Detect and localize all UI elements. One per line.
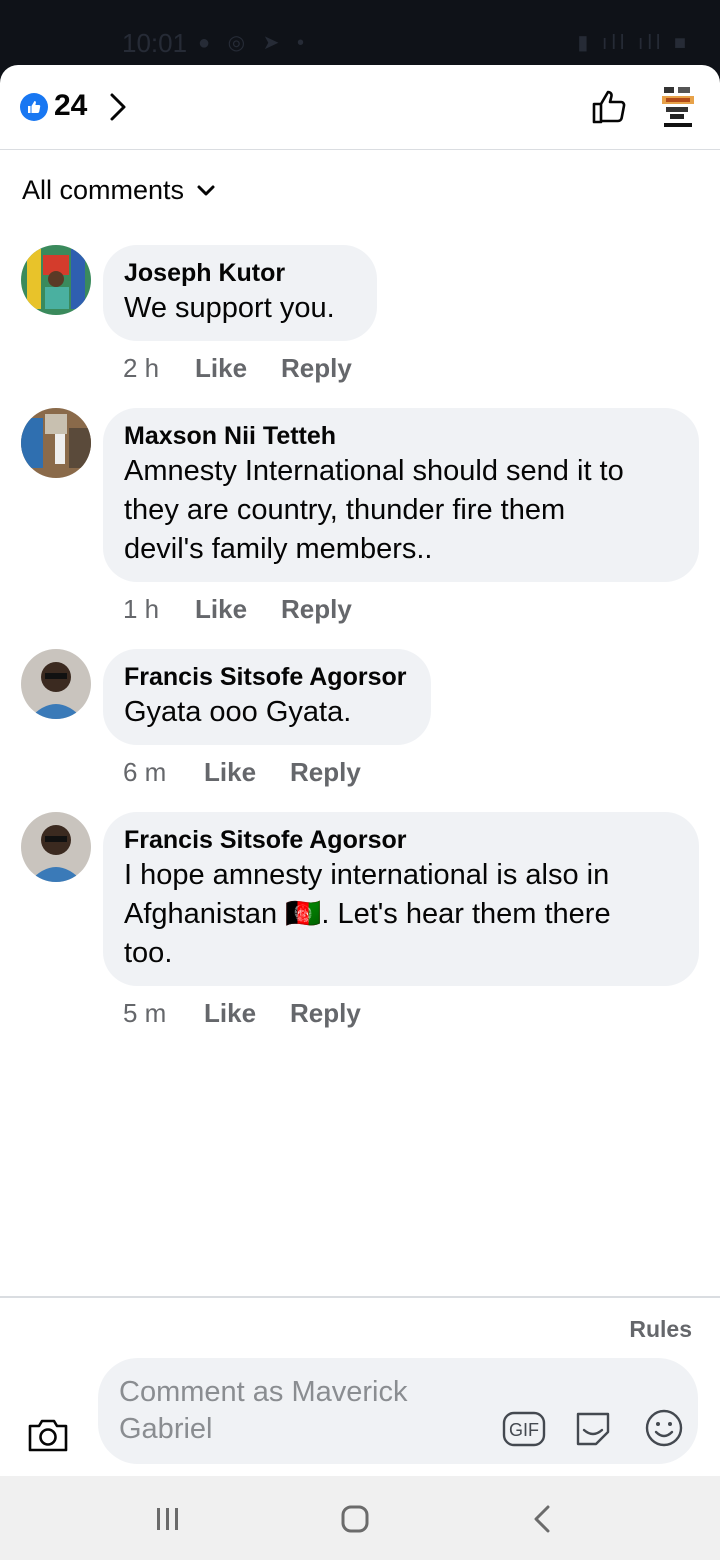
notification-icons: ● ◎ ➤ • <box>198 32 310 54</box>
comment-time[interactable]: 1 h <box>123 594 195 625</box>
svg-text:GIF: GIF <box>509 1420 539 1440</box>
sticker-icon[interactable] <box>572 1408 614 1450</box>
comment-text-line: Afghanistan 🇦🇫. Let's hear them there <box>124 898 611 930</box>
comment-text: We support you. <box>124 292 335 324</box>
avatar[interactable] <box>21 649 91 719</box>
home-icon[interactable] <box>340 1504 370 1534</box>
recent-apps-icon[interactable] <box>153 1504 183 1534</box>
signal-battery-icons: ▮ ıll ıll ■ <box>577 32 690 54</box>
page-avatar[interactable] <box>660 85 696 131</box>
reply-button[interactable]: Reply <box>281 594 352 625</box>
like-reaction-icon[interactable] <box>20 93 48 121</box>
comment-text-line: I hope amnesty international is also in <box>124 859 610 891</box>
reply-button[interactable]: Reply <box>290 998 361 1029</box>
comment-text-line: Amnesty International should send it to <box>124 455 624 487</box>
like-button[interactable]: Like <box>204 998 290 1029</box>
gif-icon[interactable]: GIF <box>502 1410 546 1448</box>
comment-actions: 1 h Like Reply <box>123 594 352 625</box>
reply-button[interactable]: Reply <box>290 757 361 788</box>
avatar[interactable] <box>21 408 91 478</box>
comment-input[interactable]: Comment as Maverick Gabriel GIF <box>98 1358 698 1464</box>
rules-link[interactable]: Rules <box>629 1316 692 1343</box>
reply-button[interactable]: Reply <box>281 353 352 384</box>
comment-bubble[interactable]: Francis Sitsofe Agorsor Gyata ooo Gyata. <box>103 649 431 745</box>
avatar[interactable] <box>21 245 91 315</box>
like-button[interactable]: Like <box>195 594 281 625</box>
emoji-icon[interactable] <box>644 1408 684 1448</box>
comment-filter-dropdown[interactable]: All comments <box>22 175 216 206</box>
comment-author[interactable]: Joseph Kutor <box>124 257 356 289</box>
comment-time[interactable]: 6 m <box>123 757 204 788</box>
comment-actions: 5 m Like Reply <box>123 998 361 1029</box>
comment-actions: 6 m Like Reply <box>123 757 361 788</box>
chevron-down-icon <box>197 185 215 195</box>
comment-time[interactable]: 5 m <box>123 998 204 1029</box>
avatar[interactable] <box>21 812 91 882</box>
comment-author[interactable]: Maxson Nii Tetteh <box>124 420 678 452</box>
comment-text-line: too. <box>124 937 173 969</box>
like-button[interactable]: Like <box>204 757 290 788</box>
reaction-count[interactable]: 24 <box>54 89 87 123</box>
comment-text-line: devil's family members.. <box>124 533 433 565</box>
comment-actions: 2 h Like Reply <box>123 353 352 384</box>
placeholder-line: Comment as Maverick <box>119 1376 408 1408</box>
comment-author[interactable]: Francis Sitsofe Agorsor <box>124 661 410 693</box>
comment-placeholder: Comment as Maverick Gabriel <box>119 1374 479 1448</box>
comment-time[interactable]: 2 h <box>123 353 195 384</box>
comment-bubble[interactable]: Joseph Kutor We support you. <box>103 245 377 341</box>
like-button[interactable]: Like <box>195 353 281 384</box>
back-icon[interactable] <box>528 1504 558 1534</box>
comment-author[interactable]: Francis Sitsofe Agorsor <box>124 824 678 856</box>
comment-text: Gyata ooo Gyata. <box>124 696 352 728</box>
camera-icon[interactable] <box>26 1414 70 1454</box>
chevron-right-icon[interactable] <box>106 91 130 123</box>
placeholder-line: Gabriel <box>119 1413 213 1445</box>
comment-text-line: they are country, thunder fire them <box>124 494 566 526</box>
system-nav-bar <box>0 1476 720 1560</box>
comment-bubble[interactable]: Francis Sitsofe Agorsor I hope amnesty i… <box>103 812 699 986</box>
comment-bubble[interactable]: Maxson Nii Tetteh Amnesty International … <box>103 408 699 582</box>
like-outline-icon[interactable] <box>590 87 630 127</box>
comments-sheet: 24 All comments Joseph Kutor We support … <box>0 65 720 1476</box>
reactions-header: 24 <box>0 65 720 150</box>
status-time: 10:01 <box>122 28 188 58</box>
divider <box>0 1296 720 1298</box>
filter-label: All comments <box>22 175 185 205</box>
